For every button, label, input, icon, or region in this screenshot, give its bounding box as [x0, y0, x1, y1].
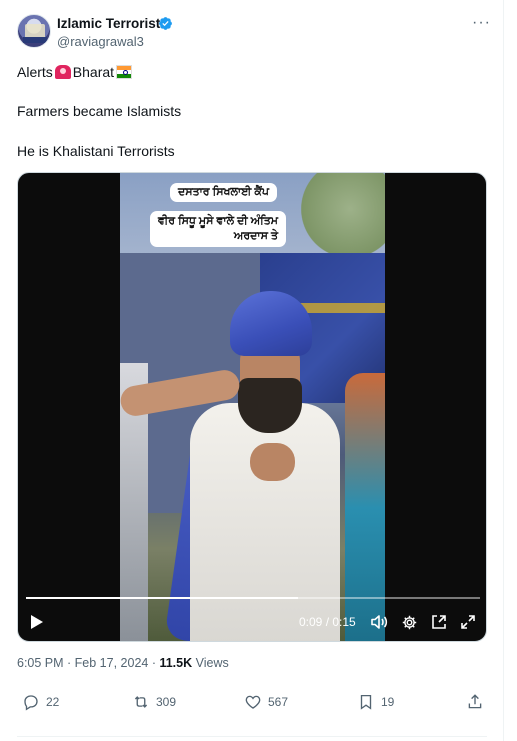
action-bar: 22 309 567 19 — [0, 693, 504, 717]
bookmark-button[interactable]: 19 — [357, 693, 394, 711]
tweet-line-alerts: Alerts Bharat — [17, 63, 134, 81]
video-progress-bar[interactable] — [26, 597, 480, 599]
video-progress-fill — [26, 597, 299, 599]
play-icon[interactable] — [30, 614, 44, 630]
share-button[interactable] — [466, 693, 484, 711]
video-caption-subtitle: ਵੀਰ ਸਿਧੂ ਮੂਸੇ ਵਾਲੇ ਦੀ ਅੰਤਿਮ ਅਰਦਾਸ ਤੇ — [150, 211, 286, 247]
video-person-beard — [238, 378, 302, 433]
video-caption-title: ਦਸਤਾਰ ਸਿਖਲਾਈ ਕੈਂਪ — [170, 183, 277, 202]
share-icon — [468, 694, 482, 709]
video-caption-line2: ਵੀਰ ਸਿਧੂ ਮੂਸੇ ਵਾਲੇ ਦੀ ਅੰਤਿਮ — [158, 215, 278, 227]
views-label: Views — [192, 656, 229, 670]
fullscreen-icon[interactable] — [460, 614, 476, 630]
video-time: 0:09 / 0:15 — [299, 615, 356, 629]
video-caption-line3: ਅਰਦਾਸ ਤੇ — [233, 230, 278, 242]
more-options-icon[interactable]: ··· — [472, 14, 490, 32]
video-player[interactable]: ਦਸਤਾਰ ਸਿਖਲਾਈ ਕੈਂਪ ਵੀਰ ਸਿਧੂ ਮੂਸੇ ਵਾਲੇ ਦੀ … — [17, 172, 487, 642]
india-flag-icon — [116, 65, 133, 79]
reply-button[interactable]: 22 — [22, 693, 59, 711]
tweet-card: Izlamic Terrorist @raviagrawal3 ··· Aler… — [0, 0, 504, 741]
meta-separator: · — [63, 656, 75, 670]
tweet-date[interactable]: Feb 17, 2024 — [75, 656, 149, 670]
tweet-line-farmers: Farmers became Islamists — [17, 103, 182, 119]
like-count: 567 — [268, 695, 289, 709]
video-frame: ਦਸਤਾਰ ਸਿਖਲਾਈ ਕੈਂਪ ਵੀਰ ਸਿਧੂ ਮੂਸੇ ਵਾਲੇ ਦੀ … — [120, 173, 385, 641]
bookmark-icon — [360, 694, 372, 710]
tweet-metadata: 6:05 PM · Feb 17, 2024 · 11.5K Views — [17, 656, 229, 670]
meta-separator-views: · — [148, 656, 160, 670]
volume-icon[interactable] — [370, 614, 388, 630]
video-person-hand — [250, 443, 295, 481]
avatar-image-banner — [23, 37, 47, 43]
siren-icon — [54, 65, 71, 79]
tweet-line-khalistani: He is Khalistani Terrorists — [17, 143, 175, 159]
repost-count: 309 — [156, 695, 177, 709]
author-display-name[interactable]: Izlamic Terrorist — [57, 16, 160, 31]
avatar[interactable] — [17, 14, 51, 48]
reply-icon — [24, 695, 38, 711]
author-handle[interactable]: @raviagrawal3 — [57, 34, 144, 49]
views-count: 11.5K — [159, 656, 193, 670]
tweet-text-bharat: Bharat — [72, 64, 115, 80]
video-person-shirt — [190, 403, 340, 641]
tweet-text-alerts: Alerts — [17, 64, 53, 80]
reply-count: 22 — [46, 695, 60, 709]
bookmark-count: 19 — [381, 695, 395, 709]
settings-icon[interactable] — [401, 614, 418, 631]
tweet-time[interactable]: 6:05 PM — [17, 656, 64, 670]
verified-badge-icon — [159, 17, 172, 30]
like-button[interactable]: 567 — [244, 693, 288, 711]
heart-icon — [245, 695, 261, 709]
repost-icon — [134, 696, 148, 708]
video-right-person — [345, 373, 385, 641]
video-tree — [290, 173, 385, 263]
divider — [17, 736, 487, 741]
repost-button[interactable]: 309 — [132, 693, 176, 711]
pip-icon[interactable] — [431, 614, 447, 630]
